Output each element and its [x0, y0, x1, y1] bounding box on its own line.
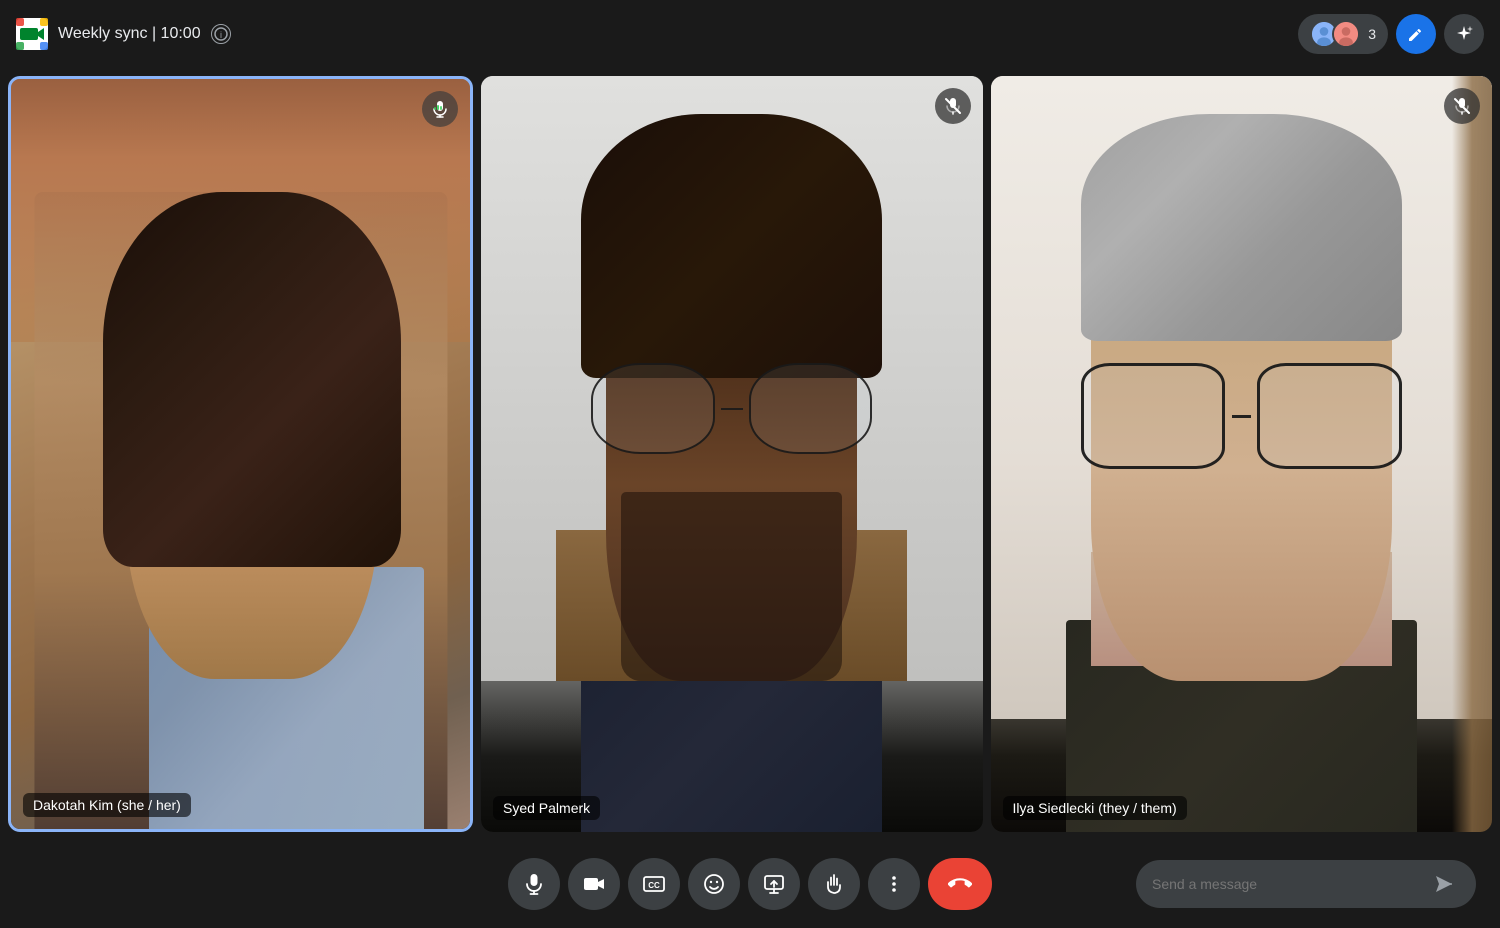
- ai-features-button[interactable]: [1444, 14, 1484, 54]
- emoji-button[interactable]: [688, 858, 740, 910]
- end-call-button[interactable]: [928, 858, 992, 910]
- participant-name-dakotah: Dakotah Kim (she / her): [23, 793, 191, 817]
- toolbar: CC: [0, 840, 1500, 928]
- avatar-2: [1332, 20, 1360, 48]
- header-right: 3: [1298, 14, 1484, 54]
- message-input-container: [1136, 860, 1476, 908]
- video-tile-syed: Syed Palmerk: [481, 76, 983, 832]
- participant-name-syed: Syed Palmerk: [493, 796, 600, 820]
- participants-button[interactable]: 3: [1298, 14, 1388, 54]
- video-tile-ilya: Ilya Siedlecki (they / them): [991, 76, 1493, 832]
- microphone-button[interactable]: [508, 858, 560, 910]
- video-tile-dakotah: Dakotah Kim (she / her): [8, 76, 473, 832]
- header-left: Weekly sync | 10:00 i: [16, 18, 231, 50]
- meeting-title: Weekly sync | 10:00: [58, 25, 201, 43]
- svg-text:i: i: [220, 30, 222, 40]
- send-message-button[interactable]: [1428, 868, 1460, 900]
- edit-button[interactable]: [1396, 14, 1436, 54]
- video-grid: Dakotah Kim (she / her): [0, 68, 1500, 840]
- camera-button[interactable]: [568, 858, 620, 910]
- participant-count: 3: [1368, 26, 1376, 42]
- syed-mic-button[interactable]: [935, 88, 971, 124]
- header: Weekly sync | 10:00 i: [0, 0, 1500, 68]
- svg-text:CC: CC: [648, 881, 660, 890]
- participants-avatars: [1310, 20, 1360, 48]
- message-input[interactable]: [1152, 876, 1420, 892]
- toolbar-center: CC: [508, 858, 992, 910]
- info-button[interactable]: i: [211, 24, 231, 44]
- speaker-mic-button[interactable]: [422, 91, 458, 127]
- ilya-mic-button[interactable]: [1444, 88, 1480, 124]
- participant-name-ilya: Ilya Siedlecki (they / them): [1003, 796, 1187, 820]
- present-button[interactable]: [748, 858, 800, 910]
- more-options-button[interactable]: [868, 858, 920, 910]
- raise-hand-button[interactable]: [808, 858, 860, 910]
- toolbar-right: [1136, 860, 1476, 908]
- google-meet-logo-icon: [16, 18, 48, 50]
- captions-button[interactable]: CC: [628, 858, 680, 910]
